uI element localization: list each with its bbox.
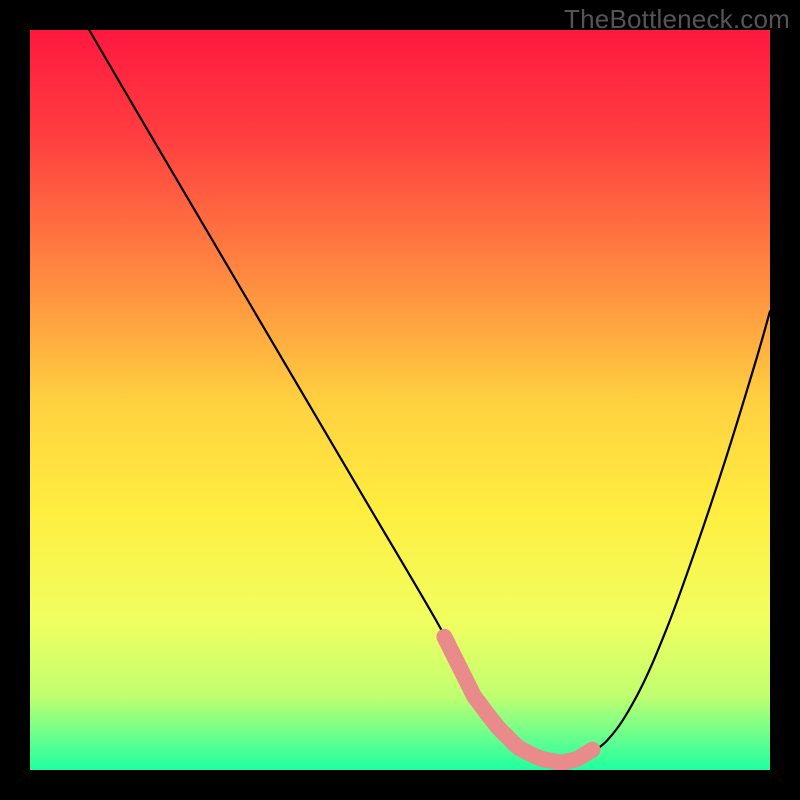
chart-container: TheBottleneck.com: [0, 0, 800, 800]
watermark-label: TheBottleneck.com: [564, 4, 790, 35]
bottleneck-chart: [30, 30, 770, 770]
gradient-bg: [30, 30, 770, 770]
